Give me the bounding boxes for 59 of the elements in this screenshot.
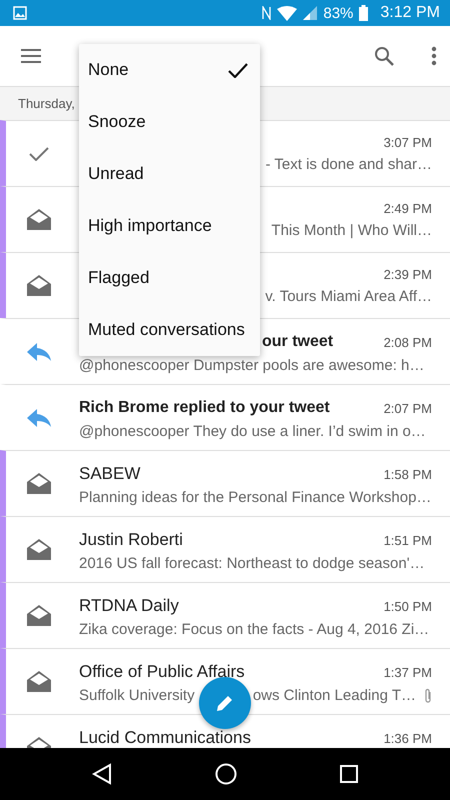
message-time: 2:49 PM xyxy=(384,201,432,216)
menu-item[interactable]: Muted conversations xyxy=(79,304,260,356)
image-icon xyxy=(13,6,27,20)
menu-item[interactable]: Unread xyxy=(79,148,260,200)
recents-icon[interactable] xyxy=(340,765,358,783)
open-envelope-icon xyxy=(26,670,50,692)
open-envelope-icon xyxy=(26,538,50,560)
message-preview: 2016 US fall forecast: Northeast to dodge season'… xyxy=(79,555,426,573)
nfc-icon xyxy=(262,6,272,20)
compose-button[interactable] xyxy=(199,677,251,729)
message-preview: @phonescooper Dumpster pools are awesome: h… xyxy=(79,357,426,375)
message-time: 1:36 PM xyxy=(384,730,432,746)
message-preview: ows Clinton Leading T… xyxy=(252,687,416,705)
open-envelope-icon xyxy=(26,472,50,494)
sender-name: RTDNA Daily xyxy=(79,597,180,615)
home-icon[interactable] xyxy=(214,763,237,785)
sender-name: Rich Brome replied to your tweet xyxy=(79,399,331,417)
message-preview: @phonescooper They do use a liner. I’d swim in o… xyxy=(79,423,427,441)
message-preview: - Text is done and shar… xyxy=(266,156,432,174)
message-time: 1:37 PM xyxy=(384,664,432,680)
menu-item[interactable]: Flagged xyxy=(79,252,260,304)
sender-name: Lucid Communications xyxy=(79,729,252,747)
message-preview: Planning ideas for the Personal Finance Workshop… xyxy=(79,489,432,507)
message-row[interactable]: Rich Brome replied to your tweet 2:07 PM @phonescooper They do use a liner. I’d swim in o… xyxy=(0,384,450,450)
message-row[interactable]: Justin Roberti 1:51 PM 2016 US fall forecast: Northeast to dodge season'… xyxy=(0,516,450,582)
message-time: 2:08 PM xyxy=(384,334,432,350)
check-icon xyxy=(28,146,48,160)
menu-icon[interactable] xyxy=(20,48,42,64)
message-row[interactable]: SABEW 1:58 PM Planning ideas for the Personal Finance Workshop… xyxy=(0,450,450,516)
pencil-icon xyxy=(215,693,235,713)
sender-name: Justin Roberti xyxy=(79,531,184,549)
wifi-icon xyxy=(277,6,298,20)
message-preview: v. Tours Miami Area Aff… xyxy=(265,288,432,306)
battery-percent: 83% xyxy=(323,4,354,22)
menu-item[interactable]: High importance xyxy=(79,200,260,252)
message-time: 2:39 PM xyxy=(384,267,432,282)
battery-icon xyxy=(359,5,368,21)
message-time: 2:07 PM xyxy=(384,400,432,416)
reply-icon xyxy=(26,408,52,428)
message-preview: This Month | Who Will… xyxy=(271,222,432,240)
sender-name: Office of Public Affairs xyxy=(79,663,246,681)
back-icon[interactable] xyxy=(92,763,112,785)
message-time: 1:58 PM xyxy=(384,466,432,482)
open-envelope-icon xyxy=(26,208,50,230)
clock: 3:12 PM xyxy=(380,4,440,22)
sender-name: our tweet xyxy=(262,333,334,351)
message-time: 3:07 PM xyxy=(384,135,432,150)
message-row[interactable]: RTDNA Daily 1:50 PM Zika coverage: Focus on the facts - Aug 4, 2016 Zi… xyxy=(0,582,450,648)
message-preview: Suffolk University xyxy=(79,687,195,705)
message-time: 1:50 PM xyxy=(384,598,432,614)
message-time: 1:51 PM xyxy=(384,532,432,548)
reply-icon xyxy=(26,342,52,362)
sender-name: SABEW xyxy=(79,465,142,483)
open-envelope-icon xyxy=(26,604,50,626)
message-preview: Zika coverage: Focus on the facts - Aug 4, 2016 Zi… xyxy=(79,621,430,639)
more-options-icon[interactable] xyxy=(431,46,437,66)
search-icon[interactable] xyxy=(374,46,394,66)
signal-icon xyxy=(303,6,318,20)
open-envelope-icon xyxy=(26,274,50,296)
